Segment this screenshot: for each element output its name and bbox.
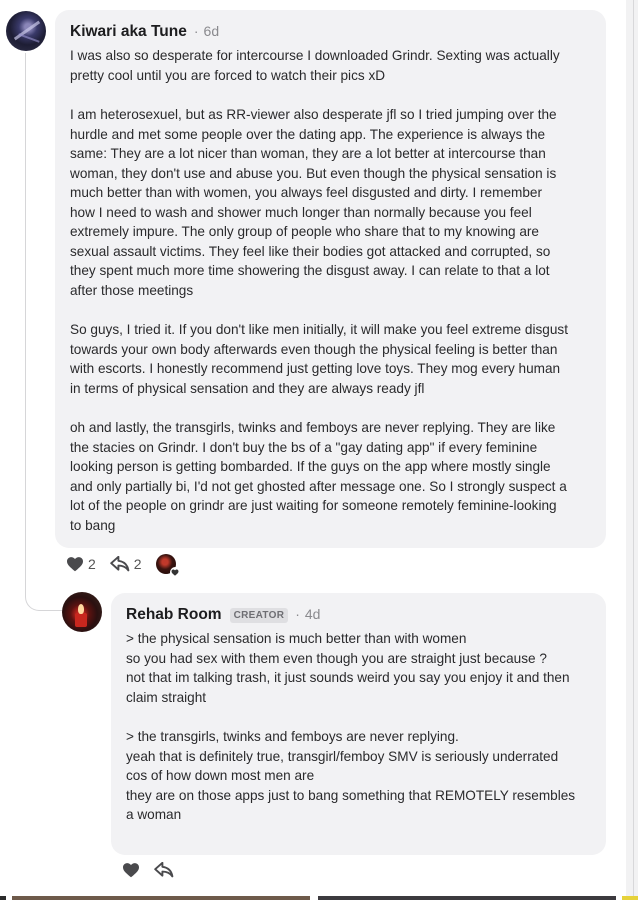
comment-author[interactable]: Kiwari aka Tune (70, 23, 187, 41)
next-content-strip (622, 896, 638, 900)
separator-dot: · (295, 606, 300, 622)
creator-badge: CREATOR (229, 608, 289, 623)
comment-paragraph: oh and lastly, the transgirls, twinks an… (70, 418, 592, 535)
comment-line: to bang (70, 517, 116, 533)
share-button[interactable] (154, 862, 174, 878)
comment-line: So guys, I tried it. If you don't like m… (70, 322, 568, 337)
reply-line: a woman (126, 807, 182, 822)
separator-dot: · (193, 23, 199, 39)
page-scroll-edge (626, 0, 638, 900)
reply-line: cos of how down most men are (126, 768, 315, 783)
comment-time[interactable]: 6d (204, 23, 220, 39)
reply-line: > the transgirls, twinks and femboys are… (126, 729, 459, 744)
avatar[interactable] (6, 11, 46, 51)
comment-actions: 2 2 (66, 554, 181, 578)
comment-line: in terms of physical sensation and they … (70, 380, 425, 396)
reply-paragraph: > the transgirls, twinks and femboys are… (126, 727, 596, 825)
reply-header: Rehab Room CREATOR · 4d (126, 606, 320, 624)
reply-actions (122, 862, 188, 878)
reply-author[interactable]: Rehab Room (126, 606, 222, 624)
comment-paragraph: I am heterosexuel, but as RR-viewer also… (70, 105, 592, 300)
reply-paragraph: > the physical sensation is much better … (126, 629, 596, 707)
avatar[interactable] (62, 592, 102, 632)
share-count: 2 (133, 556, 142, 572)
comment-line: with escorts. I honestly recommend just … (70, 361, 561, 376)
comment-line: oh and lastly, the transgirls, twinks an… (70, 420, 556, 435)
comment-line: how I need to wash and shower much longe… (70, 204, 532, 220)
share-arrow-icon (110, 556, 130, 572)
reply-time[interactable]: 4d (305, 606, 321, 622)
like-count: 2 (88, 556, 96, 572)
next-content-strip (0, 896, 6, 900)
share-arrow-icon (154, 862, 174, 878)
comment-line: hurdle and met some people over the dati… (70, 126, 546, 142)
mini-heart-icon (169, 567, 181, 578)
comment-line: the stacies on Grindr. I don't buy the b… (70, 439, 538, 455)
comment-line: and only partially bi, I'd not get ghost… (70, 478, 567, 494)
reply-line: so you had sex with them even though you… (126, 650, 547, 666)
reply-line: not that im talking trash, it just sound… (126, 670, 570, 685)
comment-header: Kiwari aka Tune · 6d (70, 23, 219, 41)
reply-line: yeah that is definitely true, transgirl/… (126, 748, 559, 764)
comment-line: same: They are a lot nicer than woman, t… (70, 146, 546, 161)
next-content-thumbnail[interactable] (12, 896, 310, 900)
comment-line: looking person is getting bombarded. If … (70, 459, 551, 474)
share-button[interactable]: 2 (110, 556, 142, 572)
comment-line: woman, they don't use and abuse you. But… (70, 165, 557, 181)
reply-line: they are on those apps just to bang some… (126, 787, 576, 803)
heart-icon (67, 557, 83, 572)
comment-paragraph: So guys, I tried it. If you don't like m… (70, 320, 592, 398)
reply-line: claim straight (126, 689, 207, 705)
comment-line: sexual assault victims. They feel like t… (70, 243, 551, 259)
heart-icon (123, 863, 139, 878)
comment-paragraph: I was also so desperate for intercourse … (70, 46, 592, 85)
reply-line: > the physical sensation is much better … (126, 631, 467, 646)
like-button[interactable]: 2 (66, 556, 96, 572)
comment-line: I am heterosexuel, but as RR-viewer also… (70, 107, 557, 122)
comment-line: they spent much more time showering the … (70, 263, 550, 278)
comment-line: pretty cool until you are forced to watc… (70, 67, 386, 83)
comment-line: I was also so desperate for intercourse … (70, 48, 560, 63)
comment-line: much better than with women, you always … (70, 185, 542, 200)
like-button[interactable] (122, 862, 140, 878)
comment-line: lot of the people on grindr are just wai… (70, 498, 557, 513)
next-content-thumbnail[interactable] (318, 896, 616, 900)
reactor-avatar[interactable] (155, 554, 181, 578)
comment-line: after those meetings (70, 282, 194, 298)
comment-line: extremely impure. The only group of peop… (70, 224, 539, 239)
comment-line: towards your own body afterwards even th… (70, 341, 558, 357)
